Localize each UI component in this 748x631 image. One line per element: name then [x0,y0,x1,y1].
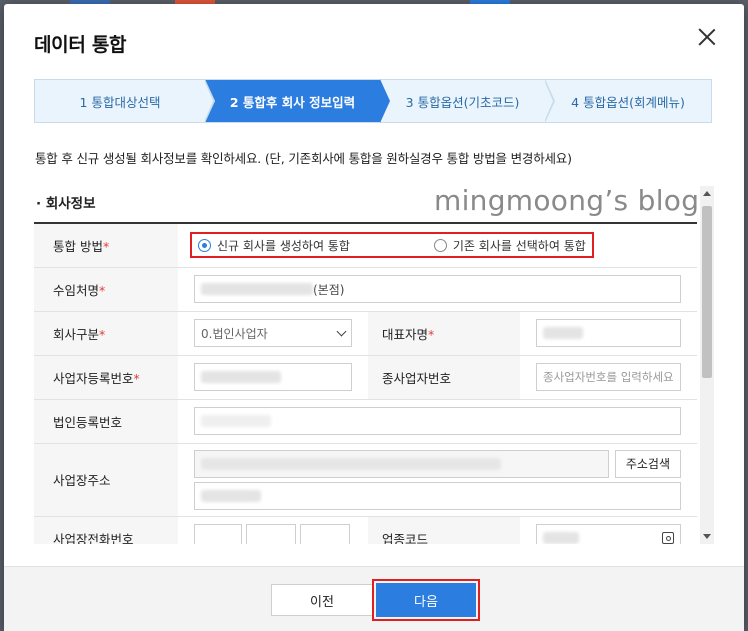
address-line1-field[interactable] [194,449,609,478]
phone-part1-field[interactable] [194,524,242,544]
radio-selected-icon [198,238,211,252]
radio-existing-company[interactable]: 기존 회사를 선택하여 통합 [433,237,586,254]
form-row: 사업장전화번호 업종코드 [34,516,697,544]
form-row: 통합 방법* 신규 회사를 생성하여 통합 기존 회사를 선택하여 통합 [34,223,697,268]
phone-label: 사업장전화번호 [34,516,178,544]
radio-new-company[interactable]: 신규 회사를 생성하여 통합 [198,237,350,254]
vertical-scrollbar[interactable] [700,186,714,544]
scroll-down-icon[interactable] [703,534,711,539]
form-row: 회사구분* 0.법인사업자 대표자명* [34,311,697,356]
industry-code-label: 업종코드 [368,516,520,544]
form-row: 사업자등록번호* 종사업자번호 종사업자번호를 입력하세요 [34,355,697,400]
address-line2-field[interactable] [194,481,681,510]
address-label: 사업장주소 [34,443,178,517]
step-3-label: 3 통합옵션(기초코드) [405,94,520,110]
trustee-label: 수임처명* [34,267,178,312]
step-3: 3 통합옵션(기초코드) [380,79,555,123]
step-4-label: 4 통합옵션(회계메뉴) [571,94,685,110]
company-info-pane: · 회사정보 mingmoong’s blog 통합 방법* 신규 회사를 생성… [34,184,714,544]
trustee-name-field[interactable]: (본점) [194,275,681,303]
dialog-footer: 이전 다음 [4,566,744,631]
form-row: 수임처명* (본점) [34,267,697,312]
step-indicator: 1 통합대상선택 2 통합후 회사 정보입력 3 통합옵션(기초코드) 4 통합… [34,79,712,123]
step-2-active: 2 통합후 회사 정보입력 [205,79,390,123]
section-title: · 회사정보 [36,196,96,212]
corp-no-field[interactable] [194,407,681,435]
industry-code-field[interactable] [536,524,681,544]
chevron-down-icon [336,326,347,336]
close-icon[interactable] [698,28,716,46]
merge-method-label: 통합 방법* [34,223,178,268]
biz-no-label: 사업자등록번호* [34,355,178,400]
step-1-label: 1 통합대상선택 [79,94,161,110]
scroll-up-icon[interactable] [703,191,711,196]
lookup-icon [662,532,674,544]
company-info-form: 통합 방법* 신규 회사를 생성하여 통합 기존 회사를 선택하여 통합 수임처… [34,222,697,544]
radio-empty-icon [433,238,447,252]
corp-no-label: 법인등록번호 [34,399,178,444]
step-2-label: 2 통합후 회사 정보입력 [229,94,356,110]
step-4: 4 통합옵션(회계메뉴) [545,80,711,122]
sub-biz-no-field[interactable]: 종사업자번호를 입력하세요 [536,363,681,391]
prev-button[interactable]: 이전 [271,584,373,616]
form-row: 사업장주소 주소검색 [34,443,697,517]
merge-method-radio-group: 신규 회사를 생성하여 통합 기존 회사를 선택하여 통합 [190,232,594,259]
dialog-title: 데이터 통합 [34,34,127,56]
merge-dialog: 데이터 통합 1 통합대상선택 2 통합후 회사 정보입력 3 통합옵션(기초코… [4,4,744,631]
company-type-label: 회사구분* [34,311,178,356]
company-type-select[interactable]: 0.법인사업자 [194,319,352,347]
blog-watermark: mingmoong’s blog [434,184,700,217]
address-search-button[interactable]: 주소검색 [614,449,681,478]
biz-no-field[interactable] [194,363,352,391]
step-1: 1 통합대상선택 [35,79,215,123]
phone-part3-field[interactable] [300,524,350,544]
next-button-highlight: 다음 [372,579,480,621]
phone-part2-field[interactable] [246,524,296,544]
scroll-thumb[interactable] [702,206,712,378]
next-button[interactable]: 다음 [376,583,476,617]
ceo-name-field[interactable] [536,319,681,347]
ceo-label: 대표자명* [368,311,520,356]
form-row: 법인등록번호 [34,399,697,444]
notice-text: 통합 후 신규 생성될 회사정보를 확인하세요. (단, 기존회사에 통합을 원… [35,151,572,166]
sub-biz-no-label: 종사업자번호 [368,355,520,400]
